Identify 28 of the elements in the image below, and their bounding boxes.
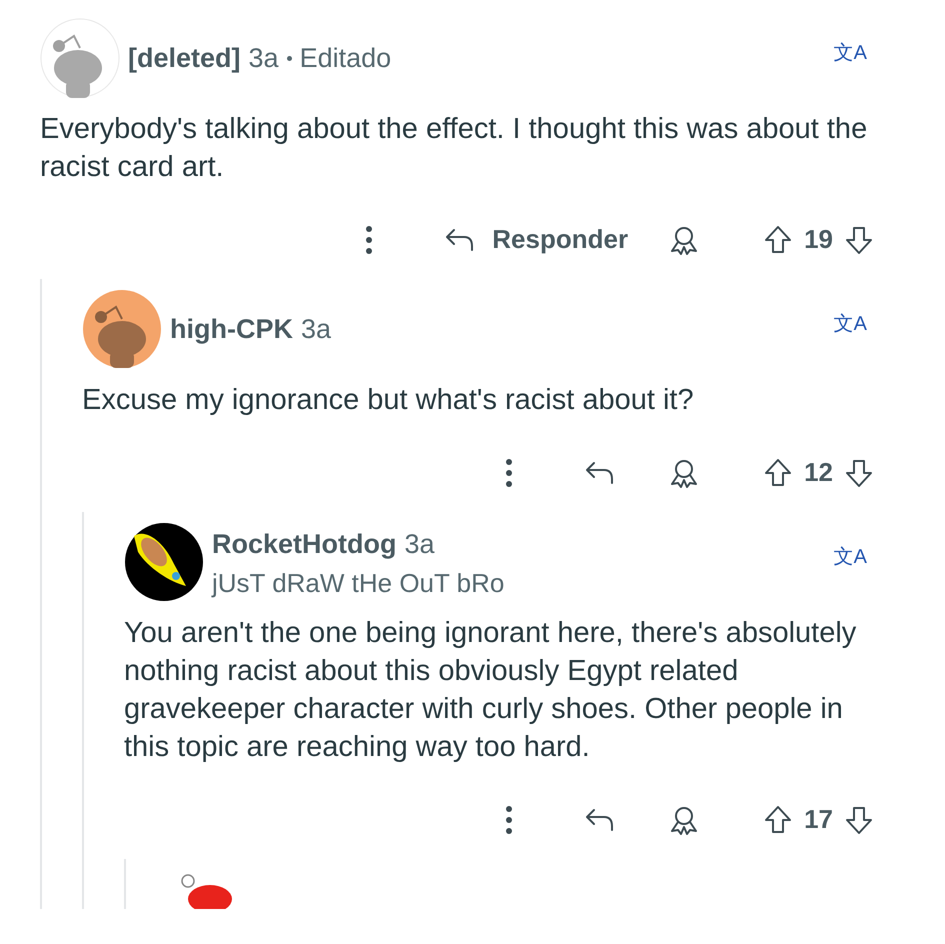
comment-age: 3a (300, 312, 332, 346)
more-options-icon[interactable] (504, 456, 514, 488)
comment-age: 3a (404, 528, 435, 561)
comment-age: 3a (248, 42, 279, 75)
more-options-icon[interactable] (364, 224, 374, 256)
upvote-icon[interactable] (764, 224, 792, 254)
downvote-icon[interactable] (845, 458, 873, 488)
translate-icon[interactable]: 文A (834, 542, 867, 572)
more-options-icon[interactable] (504, 804, 514, 836)
comment-text: Everybody's talking about the effect. I thought this was about the racist card art. (40, 112, 868, 185)
upvote-icon[interactable] (764, 458, 792, 488)
vote-count: 12 (804, 456, 833, 489)
comment-text: You aren't the one being ignorant here, there's absolutely nothing racist about this obviously Egypt related gravekeeper character with curly shoes. Other people in this topic are reaching way too hard. (124, 616, 858, 765)
downvote-icon[interactable] (845, 804, 873, 834)
avatar[interactable] (124, 522, 204, 602)
upvote-icon[interactable] (764, 804, 792, 834)
edited-label: Editado (300, 42, 392, 75)
username[interactable]: RocketHotdog (212, 524, 396, 564)
vote-count: 19 (804, 223, 833, 256)
downvote-icon[interactable] (845, 224, 873, 254)
translate-icon[interactable]: 文A (834, 38, 867, 68)
comment-text: Excuse my ignorance but what's racist about it? (82, 383, 695, 418)
username[interactable]: high-CPK (170, 308, 293, 350)
reply-button[interactable]: Responder (444, 220, 628, 259)
translate-icon[interactable]: 文A (834, 309, 867, 339)
username[interactable]: [deleted] (128, 38, 241, 78)
vote-count: 17 (804, 803, 833, 836)
user-flair: jUsT dRaW tHe OuT bRo (212, 567, 506, 600)
